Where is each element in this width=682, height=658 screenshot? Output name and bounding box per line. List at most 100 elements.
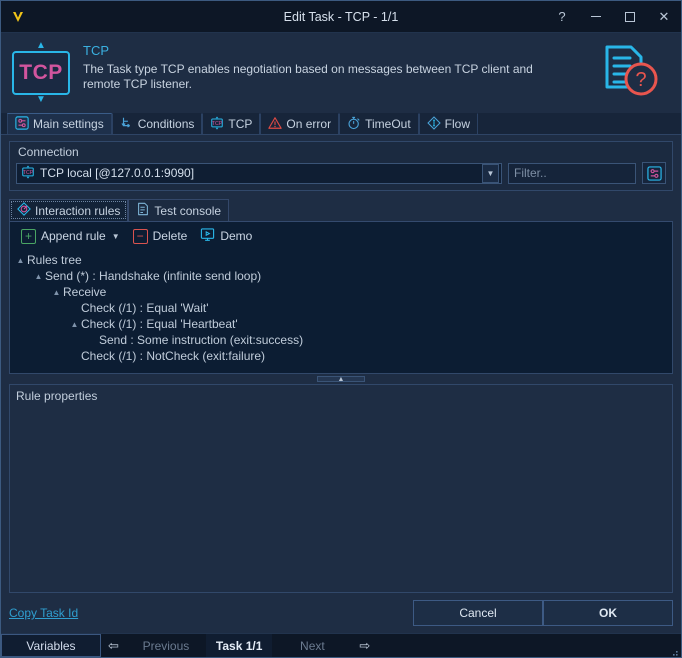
tree-node[interactable]: ▲ Send (*) : Handshake (infinite send lo… <box>14 268 672 284</box>
splitter-handle[interactable]: ▲ <box>317 376 365 382</box>
tree-node-label: Check (/1) : Equal 'Heartbeat' <box>81 317 238 331</box>
titlebar: Edit Task - TCP - 1/1 ? ✕ <box>1 1 681 33</box>
maximize-icon <box>625 12 635 22</box>
rules-tree[interactable]: ▲ Rules tree ▲ Send (*) : Handshake (inf… <box>10 250 672 373</box>
tab-timeout[interactable]: TimeOut <box>339 113 419 134</box>
rule-properties-label: Rule properties <box>16 389 666 403</box>
tab-conditions[interactable]: Conditions <box>112 113 203 134</box>
tab-tcp-label: TCP <box>228 117 252 131</box>
task-type-info: TCP The Task type TCP enables negotiatio… <box>73 39 599 92</box>
monitor-play-icon <box>200 227 215 245</box>
tab-flow-label: Flow <box>445 117 470 131</box>
tree-node[interactable]: Check (/1) : NotCheck (exit:failure) <box>14 348 672 364</box>
tree-node[interactable]: ▲ Check (/1) : Equal 'Heartbeat' <box>14 316 672 332</box>
tcp-icon: TCP <box>210 116 224 133</box>
minimize-button[interactable] <box>579 1 613 32</box>
rules-toolbar: + Append rule ▼ − Delete Demo <box>10 222 672 250</box>
tree-node-label: Check (/1) : Equal 'Wait' <box>81 301 209 315</box>
ok-button[interactable]: OK <box>543 600 673 626</box>
tab-interaction-rules[interactable]: Interaction rules <box>9 199 128 221</box>
tab-main-settings[interactable]: Main settings <box>7 113 112 134</box>
append-rule-button[interactable]: + Append rule ▼ <box>16 228 125 245</box>
variables-button[interactable]: Variables <box>1 634 101 657</box>
tree-node[interactable]: ▲ Rules tree <box>14 252 672 268</box>
copy-task-id-link[interactable]: Copy Task Id <box>9 606 78 620</box>
close-button[interactable]: ✕ <box>647 1 681 32</box>
task-type-selector[interactable]: ▲ TCP ▼ <box>9 39 73 105</box>
next-button[interactable]: Next <box>272 634 352 657</box>
demo-button[interactable]: Demo <box>195 226 257 246</box>
chevron-down-icon[interactable]: ▼ <box>36 95 46 105</box>
connection-group: Connection TCP TCP local [@127.0.0.1:909… <box>9 141 673 191</box>
panel-splitter[interactable]: ▲ <box>9 374 673 384</box>
connection-row: TCP TCP local [@127.0.0.1:9090] ▼ <box>16 162 666 184</box>
dialog-footer: Copy Task Id Cancel OK <box>1 593 681 633</box>
branch-icon <box>120 116 134 133</box>
svg-text:?: ? <box>635 69 646 91</box>
tab-tcp[interactable]: TCP TCP <box>202 113 260 134</box>
tree-node[interactable]: Send : Some instruction (exit:success) <box>14 332 672 348</box>
task-type-title: TCP <box>83 43 599 58</box>
main-tab-bar: Main settings Conditions TCP TCP On erro… <box>1 113 681 135</box>
tcp-icon: TCP <box>21 165 35 182</box>
interaction-rules-panel: + Append rule ▼ − Delete Demo ▲ <box>9 222 673 374</box>
tree-node-label: Receive <box>63 285 106 299</box>
warning-triangle-icon <box>268 116 282 133</box>
chevron-up-icon[interactable]: ▲ <box>36 41 46 51</box>
previous-button[interactable]: Previous <box>126 634 206 657</box>
expander-icon[interactable]: ▲ <box>14 256 27 265</box>
connection-group-label: Connection <box>16 144 666 162</box>
demo-label: Demo <box>220 229 252 243</box>
tab-test-console[interactable]: Test console <box>128 199 229 221</box>
delete-rule-button[interactable]: − Delete <box>128 228 193 245</box>
window-controls: ? ✕ <box>545 1 681 32</box>
expander-icon[interactable]: ▲ <box>50 288 63 297</box>
delete-rule-label: Delete <box>153 229 188 243</box>
rules-tab-bar: Interaction rules Test console <box>9 199 673 222</box>
help-doc-icon[interactable]: ? <box>599 39 673 104</box>
next-arrow-icon[interactable]: ⇨ <box>352 634 377 657</box>
tab-on-error[interactable]: On error <box>260 113 339 134</box>
connection-select-value: TCP local [@127.0.0.1:9090] <box>40 166 194 180</box>
svg-text:TCP: TCP <box>212 121 223 127</box>
main-settings-panel: Connection TCP TCP local [@127.0.0.1:909… <box>1 135 681 593</box>
tab-on-error-label: On error <box>286 117 331 131</box>
expander-icon[interactable]: ▲ <box>32 272 45 281</box>
resize-grip[interactable] <box>669 646 679 656</box>
app-logo-icon <box>1 1 35 32</box>
interaction-rules-icon <box>17 202 31 219</box>
connection-settings-button[interactable] <box>642 162 666 184</box>
tab-interaction-rules-label: Interaction rules <box>35 204 120 218</box>
connection-select[interactable]: TCP TCP local [@127.0.0.1:9090] ▼ <box>16 163 502 184</box>
chevron-down-icon[interactable]: ▼ <box>482 164 499 183</box>
task-counter: Task 1/1 <box>206 634 272 657</box>
expander-icon[interactable]: ▲ <box>68 320 81 329</box>
statusbar: Variables ⇦ Previous Task 1/1 Next ⇨ <box>1 633 681 657</box>
help-button[interactable]: ? <box>545 1 579 32</box>
task-type-header: ▲ TCP ▼ TCP The Task type TCP enables ne… <box>1 33 681 113</box>
tree-node-label: Check (/1) : NotCheck (exit:failure) <box>81 349 265 363</box>
previous-arrow-icon[interactable]: ⇦ <box>101 634 126 657</box>
task-type-badge: TCP <box>12 51 70 95</box>
minimize-icon <box>591 16 601 18</box>
filter-input[interactable] <box>508 163 636 184</box>
task-type-description: The Task type TCP enables negotiation ba… <box>83 62 573 92</box>
flow-diamond-icon <box>427 116 441 133</box>
sliders-icon <box>15 116 29 133</box>
tree-node-label: Send (*) : Handshake (infinite send loop… <box>45 269 261 283</box>
tab-main-settings-label: Main settings <box>33 117 104 131</box>
tree-node-label: Send : Some instruction (exit:success) <box>99 333 303 347</box>
stopwatch-icon <box>347 116 361 133</box>
tab-flow[interactable]: Flow <box>419 113 478 134</box>
append-rule-label: Append rule <box>41 229 106 243</box>
maximize-button[interactable] <box>613 1 647 32</box>
tab-timeout-label: TimeOut <box>365 117 411 131</box>
plus-box-icon: + <box>21 229 36 244</box>
tree-node[interactable]: ▲ Receive <box>14 284 672 300</box>
cancel-button[interactable]: Cancel <box>413 600 543 626</box>
edit-task-dialog: Edit Task - TCP - 1/1 ? ✕ ▲ TCP ▼ TCP Th… <box>0 0 682 658</box>
chevron-down-icon[interactable]: ▼ <box>112 232 120 241</box>
console-document-icon <box>136 202 150 219</box>
tree-node[interactable]: Check (/1) : Equal 'Wait' <box>14 300 672 316</box>
tree-node-label: Rules tree <box>27 253 82 267</box>
